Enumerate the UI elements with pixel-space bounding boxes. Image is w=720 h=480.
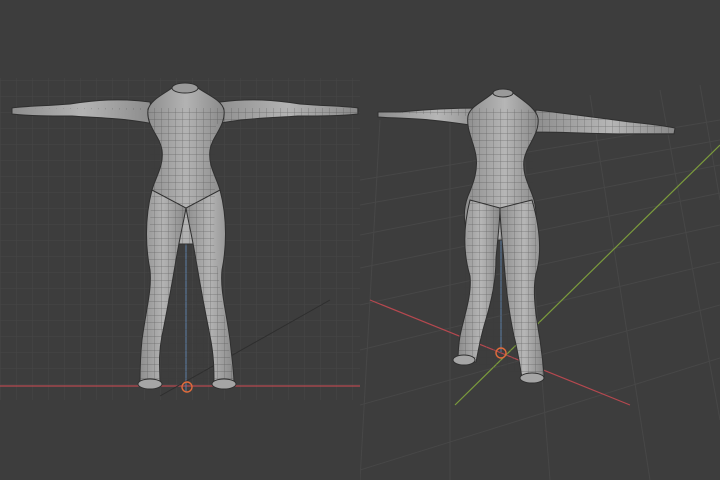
front-orthographic-viewport[interactable] bbox=[0, 0, 360, 480]
neck-stump bbox=[492, 88, 514, 98]
right-foot bbox=[519, 372, 545, 384]
left-foot bbox=[137, 378, 163, 390]
front-view-canvas[interactable] bbox=[0, 0, 360, 480]
left-foot bbox=[452, 354, 476, 366]
neck-stump bbox=[171, 82, 199, 94]
right-foot bbox=[211, 378, 237, 390]
perspective-viewport[interactable] bbox=[360, 0, 720, 480]
viewport-background bbox=[360, 0, 720, 480]
perspective-view-canvas[interactable] bbox=[360, 0, 720, 480]
